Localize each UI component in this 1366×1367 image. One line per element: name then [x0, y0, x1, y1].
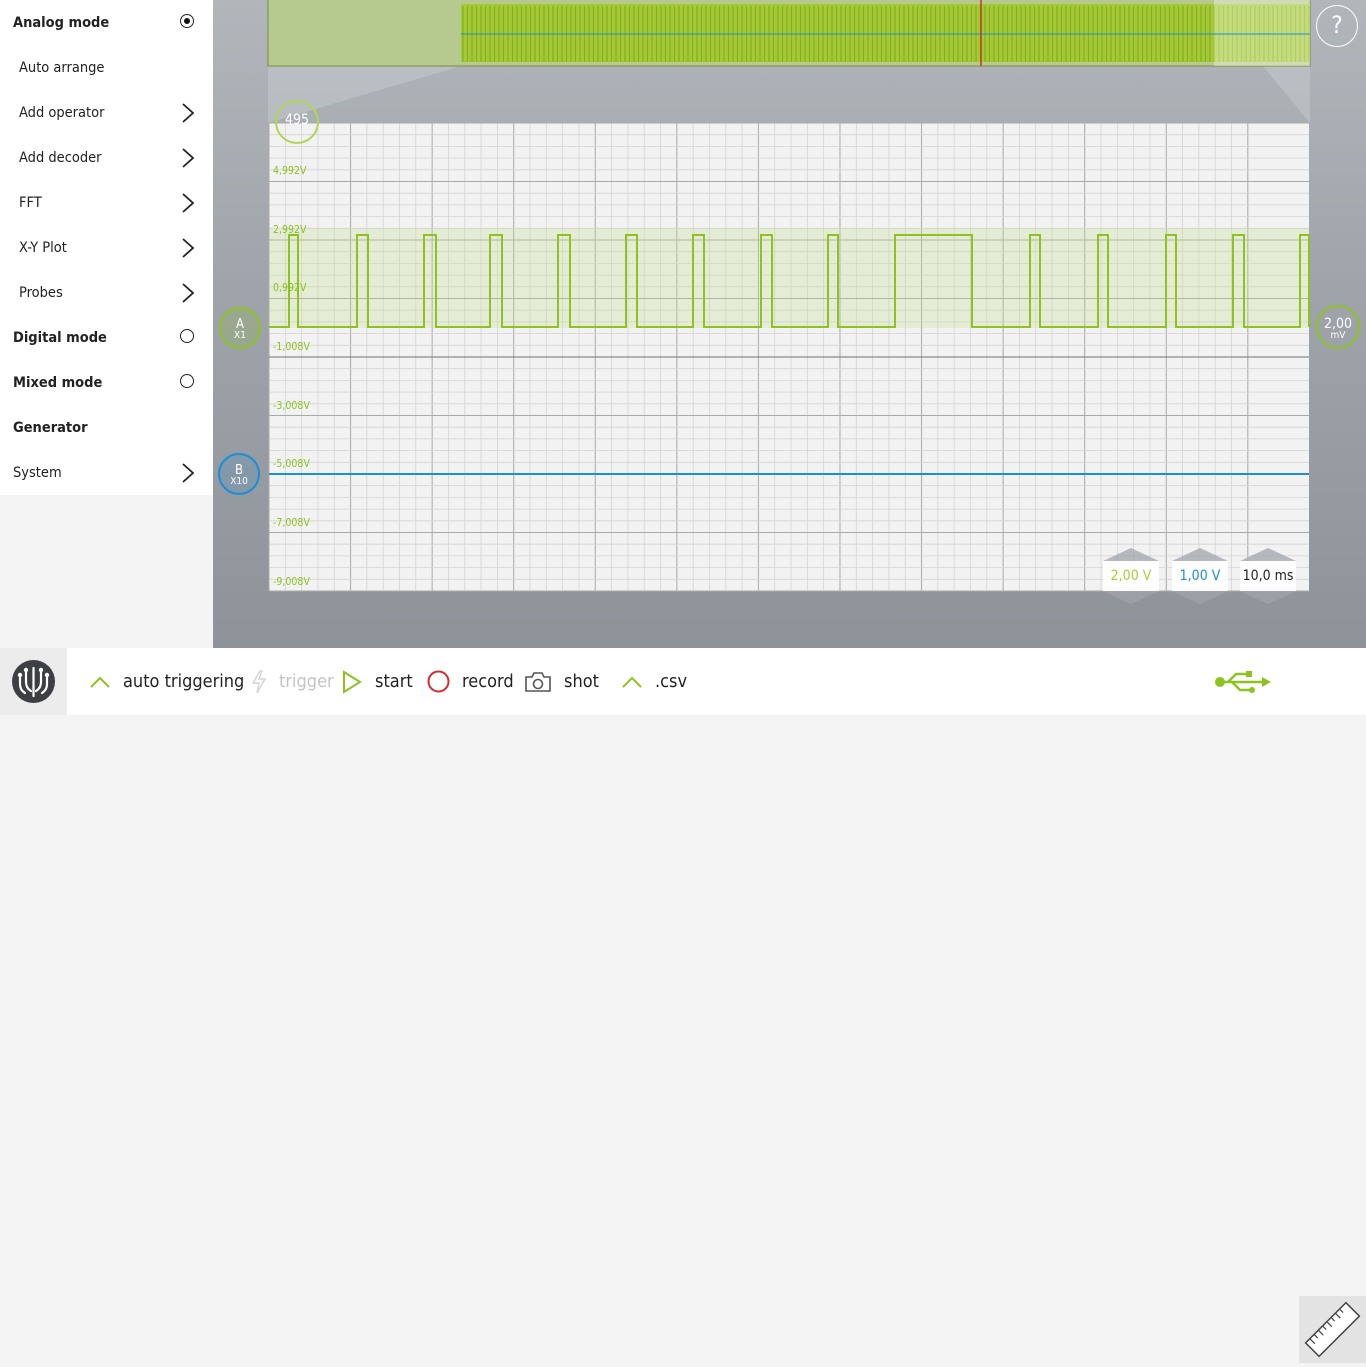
- chevron-right-icon: [182, 283, 195, 303]
- record-button[interactable]: record: [427, 648, 514, 715]
- menu-add-decoder[interactable]: Add decoder: [0, 135, 213, 180]
- menu-mixed-mode[interactable]: Mixed mode: [0, 360, 213, 405]
- start-label: start: [375, 671, 413, 692]
- radio-selected-icon[interactable]: [180, 14, 194, 28]
- record-icon: [427, 670, 450, 693]
- usb-icon: [1215, 671, 1271, 693]
- sidebar: Analog mode Auto arrange Add operator Ad…: [0, 0, 213, 648]
- bottom-toolbar: auto triggering trigger start record sho…: [0, 648, 1366, 1363]
- menu-label: Generator: [13, 419, 88, 436]
- offset-value: 2,00: [1323, 316, 1353, 332]
- ch-b-volts-scale[interactable]: 1,00 V: [1172, 548, 1228, 604]
- scale-down-arrow-icon[interactable]: [1103, 591, 1159, 604]
- menu-probes[interactable]: Probes: [0, 270, 213, 315]
- auto-triggering-label: auto triggering: [123, 671, 245, 692]
- scale-up-arrow-icon[interactable]: [1103, 548, 1159, 561]
- menu-digital-mode[interactable]: Digital mode: [0, 315, 213, 360]
- y-axis-label: 4,992V: [273, 165, 307, 177]
- csv-button[interactable]: .csv: [621, 648, 687, 715]
- scale-down-arrow-icon[interactable]: [1172, 591, 1228, 604]
- menu-label: Add operator: [19, 104, 105, 121]
- grid-lines: [268, 122, 1309, 592]
- y-axis-label: -5,008V: [273, 458, 310, 470]
- ch-a-volts-scale[interactable]: 2,00 V: [1103, 548, 1159, 604]
- trigger-position-label: 495: [284, 112, 310, 128]
- help-button[interactable]: ?: [1316, 5, 1358, 47]
- chevron-right-icon: [182, 463, 195, 483]
- menu-label: Analog mode: [13, 14, 110, 31]
- y-axis-label: 2,992V: [273, 224, 307, 236]
- redpitaya-logo-icon: [12, 660, 55, 703]
- scale-up-arrow-icon[interactable]: [1172, 548, 1228, 561]
- menu-label: System: [13, 464, 62, 481]
- menu-add-operator[interactable]: Add operator: [0, 90, 213, 135]
- scale-down-arrow-icon[interactable]: [1240, 591, 1296, 604]
- start-button[interactable]: start: [341, 648, 413, 715]
- auto-triggering-button[interactable]: auto triggering: [89, 648, 244, 715]
- menu-label: Digital mode: [13, 329, 107, 346]
- chevron-right-icon: [182, 103, 195, 123]
- y-axis-label: -3,008V: [273, 400, 310, 412]
- offset-unit: mV: [1330, 330, 1346, 341]
- menu-label: X-Y Plot: [19, 239, 67, 256]
- ch-b-volts-label: 1,00 V: [1172, 561, 1228, 591]
- menu-label: Add decoder: [19, 149, 102, 166]
- shot-button[interactable]: shot: [524, 648, 599, 715]
- channel-b-marker[interactable]: B X10: [218, 453, 260, 495]
- radio-unselected-icon[interactable]: [180, 374, 194, 388]
- menu-system[interactable]: System: [0, 450, 213, 495]
- y-axis-label: -9,008V: [273, 576, 310, 588]
- scale-up-arrow-icon[interactable]: [1240, 548, 1296, 561]
- menu-xy-plot[interactable]: X-Y Plot: [0, 225, 213, 270]
- channel-a-probe: X1: [234, 330, 246, 341]
- camera-icon: [525, 671, 551, 692]
- help-icon: ?: [1331, 11, 1343, 39]
- chevron-right-icon: [182, 148, 195, 168]
- chevron-up-icon: [622, 676, 642, 688]
- y-axis-label: 0,992V: [273, 282, 307, 294]
- menu-fft[interactable]: FFT: [0, 180, 213, 225]
- sidebar-menu: Analog mode Auto arrange Add operator Ad…: [0, 0, 213, 495]
- time-scale-label: 10,0 ms: [1240, 561, 1296, 591]
- menu-auto-arrange[interactable]: Auto arrange: [0, 45, 213, 90]
- y-axis-label: -7,008V: [273, 517, 310, 529]
- chevron-up-icon: [90, 676, 110, 688]
- menu-label: Auto arrange: [19, 59, 105, 76]
- play-icon: [343, 669, 362, 694]
- trigger-label: trigger: [279, 671, 334, 692]
- chevron-right-icon: [182, 238, 195, 258]
- shot-label: shot: [564, 671, 599, 692]
- logo[interactable]: [0, 648, 67, 715]
- y-axis-label: -1,008V: [273, 341, 310, 353]
- channel-b-probe: X10: [230, 476, 248, 487]
- lightning-icon: [251, 669, 267, 693]
- menu-label: Mixed mode: [13, 374, 103, 391]
- radio-unselected-icon[interactable]: [180, 329, 194, 343]
- channel-a-marker[interactable]: A X1: [219, 307, 261, 349]
- menu-analog-mode[interactable]: Analog mode: [0, 0, 213, 45]
- menu-label: Probes: [19, 284, 63, 301]
- time-scale[interactable]: 10,0 ms: [1240, 548, 1296, 604]
- ruler-icon: [1304, 1301, 1361, 1358]
- csv-label: .csv: [655, 671, 688, 692]
- menu-label: FFT: [19, 194, 42, 211]
- chevron-right-icon: [182, 193, 195, 213]
- scope-area: ? 495 4,992V 2,992V 0,992V -1,008V -3,00…: [213, 0, 1366, 648]
- trigger-position-marker[interactable]: 495: [275, 100, 319, 144]
- overview-window-highlight: [1214, 0, 1310, 66]
- ruler-button[interactable]: [1299, 1296, 1366, 1363]
- trigger-button[interactable]: trigger: [251, 648, 334, 715]
- ch-a-volts-label: 2,00 V: [1103, 561, 1159, 591]
- menu-generator[interactable]: Generator: [0, 405, 213, 450]
- offset-marker[interactable]: 2,00 mV: [1316, 305, 1360, 349]
- record-label: record: [462, 671, 514, 692]
